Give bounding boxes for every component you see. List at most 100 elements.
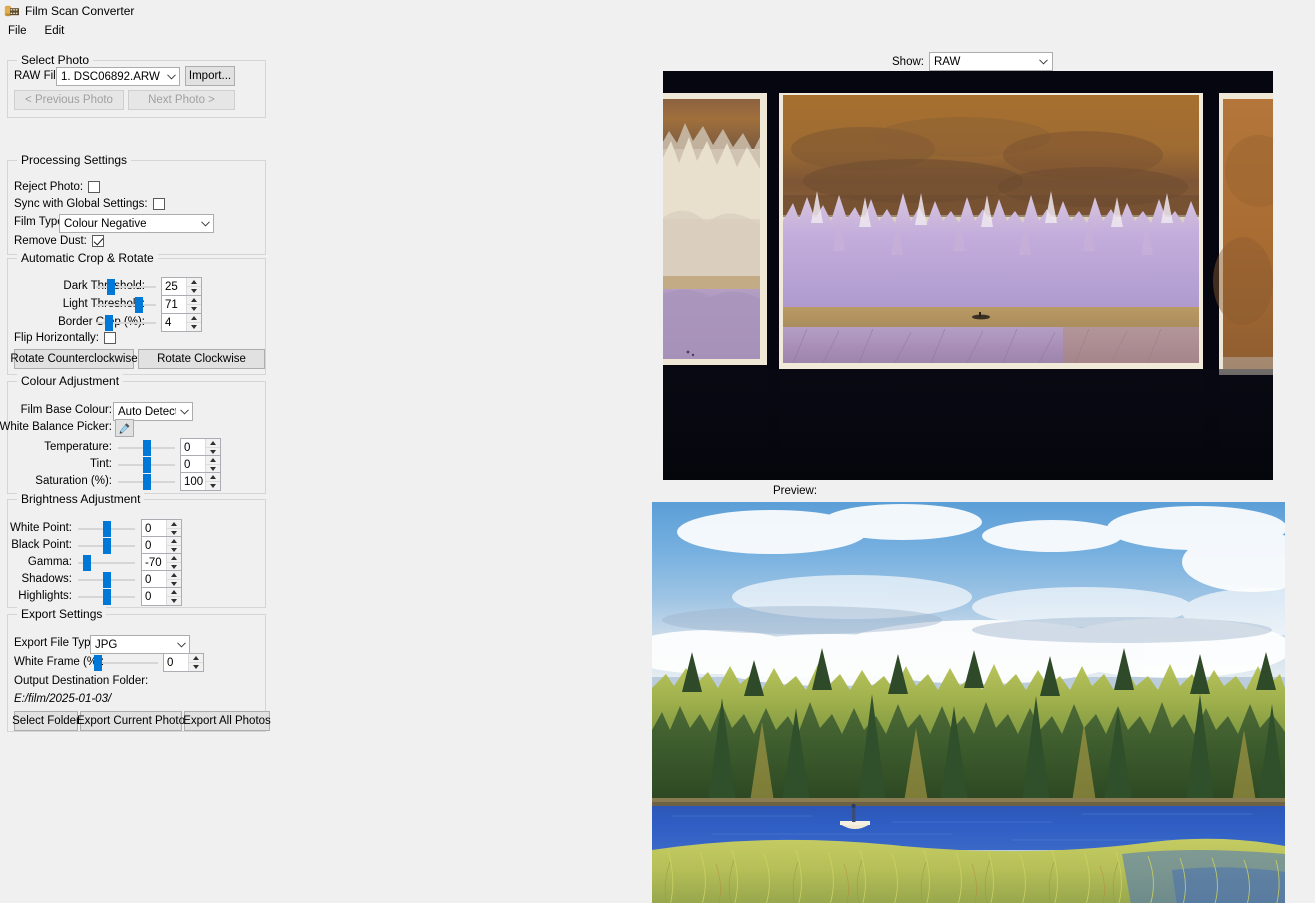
arrow-down-icon <box>210 467 216 471</box>
slider-thumb[interactable] <box>134 297 143 313</box>
remove-dust-checkbox[interactable] <box>91 235 104 247</box>
spinner-up-button[interactable] <box>167 588 181 597</box>
slider-thumb[interactable] <box>105 315 114 331</box>
spinner-up-button[interactable] <box>206 456 220 465</box>
menu-file[interactable]: File <box>7 25 28 37</box>
chevron-down-icon <box>1036 58 1052 65</box>
import-button[interactable]: Import... <box>185 66 235 86</box>
group-crop-rotate: Automatic Crop & Rotate Dark Threshold: … <box>7 251 266 375</box>
saturation-value: 100 <box>184 475 204 488</box>
light-threshold-spinner[interactable]: 71 <box>161 295 202 314</box>
rotate-counterclockwise-button[interactable]: Rotate Counterclockwise <box>10 349 138 369</box>
slider-thumb[interactable] <box>82 555 91 571</box>
show-mode-value: RAW <box>933 55 961 68</box>
previous-photo-button[interactable]: < Previous Photo <box>14 90 124 110</box>
spinner-down-button[interactable] <box>187 323 201 331</box>
next-photo-button[interactable]: Next Photo > <box>128 90 235 110</box>
white-point-slider[interactable] <box>78 521 135 537</box>
saturation-slider[interactable] <box>118 474 175 490</box>
spinner-up-button[interactable] <box>187 296 201 305</box>
spinner-up-button[interactable] <box>167 537 181 546</box>
white-frame-slider[interactable] <box>94 655 158 671</box>
rotate-clockwise-button[interactable]: Rotate Clockwise <box>138 349 265 369</box>
reject-photo-checkbox[interactable] <box>88 181 101 193</box>
border-crop-slider[interactable] <box>96 315 156 331</box>
menu-bar: File Edit <box>0 22 1315 40</box>
spinner-down-button[interactable] <box>187 305 201 313</box>
slider-thumb[interactable] <box>102 521 111 537</box>
border-crop-value: 4 <box>165 316 172 329</box>
arrow-up-icon <box>193 656 199 660</box>
preview-image-display[interactable] <box>652 502 1285 903</box>
spinner-down-button[interactable] <box>206 482 220 490</box>
spinner-buttons <box>166 537 181 554</box>
raw-image-display[interactable] <box>663 71 1273 480</box>
slider-thumb[interactable] <box>102 538 111 554</box>
temperature-slider[interactable] <box>118 440 175 456</box>
spinner-up-button[interactable] <box>167 520 181 529</box>
highlights-slider[interactable] <box>78 589 135 605</box>
white-point-value: 0 <box>145 522 152 535</box>
arrow-up-icon <box>171 590 177 594</box>
slider-thumb[interactable] <box>142 440 151 456</box>
spinner-up-button[interactable] <box>167 571 181 580</box>
film-type-select[interactable]: Colour Negative <box>59 214 214 233</box>
gamma-slider[interactable] <box>78 555 135 571</box>
spinner-up-button[interactable] <box>187 278 201 287</box>
shadows-slider[interactable] <box>78 572 135 588</box>
temperature-value: 0 <box>184 441 191 454</box>
window-title: Film Scan Converter <box>25 4 135 18</box>
spinner-up-button[interactable] <box>167 554 181 563</box>
output-folder-path: E:/film/2025-01-03/ <box>14 693 112 705</box>
arrow-up-icon <box>171 556 177 560</box>
highlights-value: 0 <box>145 590 152 603</box>
reject-photo-label: Reject Photo: <box>14 181 84 193</box>
white-frame-spinner[interactable]: 0 <box>163 653 204 672</box>
tint-value: 0 <box>184 458 191 471</box>
spinner-buttons <box>186 296 201 313</box>
flip-horizontally-checkbox[interactable] <box>104 332 116 344</box>
title-bar: Film Scan Converter <box>0 0 1315 22</box>
arrow-up-icon <box>191 298 197 302</box>
raw-file-select[interactable]: 1. DSC06892.ARW <box>56 67 180 86</box>
highlights-spinner[interactable]: 0 <box>141 587 182 606</box>
export-current-photo-button[interactable]: Export Current Photo <box>77 711 185 731</box>
slider-thumb[interactable] <box>102 572 111 588</box>
arrow-down-icon <box>210 450 216 454</box>
dark-threshold-value: 25 <box>165 280 178 293</box>
slider-thumb[interactable] <box>94 655 102 671</box>
spinner-buttons <box>205 473 220 490</box>
light-threshold-slider[interactable] <box>96 297 156 313</box>
spinner-down-button[interactable] <box>187 287 201 295</box>
spinner-up-button[interactable] <box>206 439 220 448</box>
spinner-buttons <box>166 520 181 537</box>
sync-global-checkbox[interactable] <box>152 198 165 210</box>
slider-thumb[interactable] <box>102 589 111 605</box>
export-file-type-select[interactable]: JPG <box>90 635 190 654</box>
tint-slider[interactable] <box>118 457 175 473</box>
slider-thumb[interactable] <box>142 457 151 473</box>
saturation-spinner[interactable]: 100 <box>180 472 221 491</box>
spinner-up-button[interactable] <box>206 473 220 482</box>
arrow-down-icon <box>193 665 199 669</box>
menu-edit[interactable]: Edit <box>44 25 66 37</box>
black-point-slider[interactable] <box>78 538 135 554</box>
export-file-type-label: Export File Type: <box>14 637 101 649</box>
flip-horizontally-label: Flip Horizontally: <box>14 332 99 344</box>
spinner-buttons <box>205 456 220 473</box>
spinner-up-button[interactable] <box>187 314 201 323</box>
spinner-down-button[interactable] <box>167 597 181 605</box>
film-base-colour-value: Auto Detect <box>118 405 176 418</box>
dark-threshold-spinner[interactable]: 25 <box>161 277 202 296</box>
border-crop-spinner[interactable]: 4 <box>161 313 202 332</box>
slider-thumb[interactable] <box>107 279 115 295</box>
arrow-up-icon <box>171 522 177 526</box>
spinner-down-button[interactable] <box>189 663 203 671</box>
white-balance-picker-button[interactable] <box>115 419 134 437</box>
select-folder-button[interactable]: Select Folder <box>12 711 80 731</box>
slider-thumb[interactable] <box>142 474 151 490</box>
export-all-photos-button[interactable]: Export All Photos <box>183 711 271 731</box>
spinner-up-button[interactable] <box>189 654 203 663</box>
show-mode-select[interactable]: RAW <box>928 52 1053 71</box>
dark-threshold-slider[interactable] <box>96 279 156 295</box>
